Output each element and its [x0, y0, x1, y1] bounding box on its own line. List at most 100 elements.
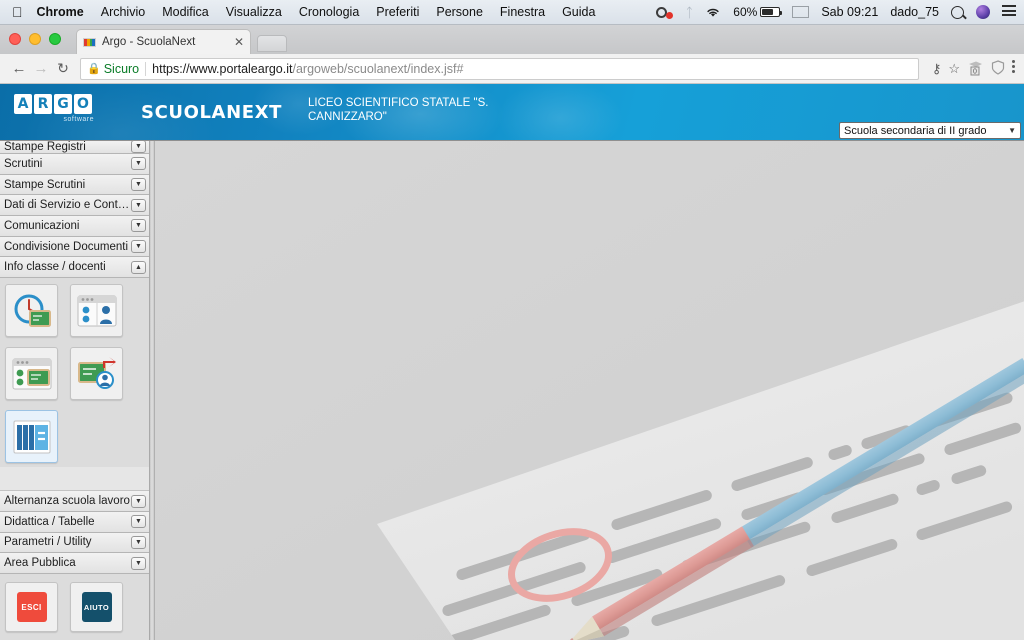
sidebar-item-stampe-scrutini[interactable]: Stampe Scrutini ▼	[0, 174, 149, 196]
bluetooth-icon[interactable]: ᛏ	[685, 5, 693, 20]
orario-classe-icon[interactable]	[5, 284, 58, 338]
sidebar-tile-grid	[0, 278, 149, 468]
sidebar-item-parametri-utility[interactable]: Parametri / Utility ▼	[0, 532, 149, 554]
sidebar-item-label: Alternanza scuola lavoro	[4, 495, 130, 508]
omnibox-divider	[145, 61, 147, 76]
chevron-down-icon[interactable]: ▼	[131, 556, 146, 570]
reload-icon[interactable]: ↻	[52, 60, 74, 77]
sidebar-item-label: Dati di Servizio e Contabili	[4, 199, 131, 212]
extension-icon[interactable]: 0	[967, 60, 984, 77]
battery-icon	[760, 7, 783, 17]
sidebar-item-label: Didattica / Tabelle	[4, 515, 95, 528]
chevron-down-icon[interactable]: ▼	[131, 141, 146, 153]
menu-archivio[interactable]: Archivio	[101, 5, 145, 19]
menu-guida[interactable]: Guida	[562, 5, 595, 19]
close-window-button[interactable]	[9, 33, 21, 45]
sidebar-menu: Stampe Registri ▼ Scrutini ▼ Stampe Scru…	[0, 141, 150, 640]
help-label: AIUTO	[81, 592, 112, 622]
chevron-down-icon[interactable]: ▼	[131, 219, 146, 233]
prospetto-voti-icon[interactable]	[5, 347, 58, 401]
programma-scolastico-icon[interactable]	[5, 410, 58, 464]
minimize-window-button[interactable]	[29, 33, 41, 45]
school-level-value: Scuola secondaria di II grado	[844, 124, 987, 137]
chevron-down-icon[interactable]: ▼	[131, 198, 146, 212]
sidebar-item-label: Info classe / docenti	[4, 261, 106, 274]
logout-button[interactable]: ESCI	[5, 582, 58, 632]
sidebar-item-scrutini[interactable]: Scrutini ▼	[0, 154, 149, 175]
back-arrow-icon[interactable]: ←	[8, 60, 30, 77]
forward-arrow-icon[interactable]: →	[30, 60, 52, 77]
sidebar-spacer	[0, 467, 149, 492]
sidebar-item-stampe-registri[interactable]: Stampe Registri ▼	[0, 141, 149, 154]
battery-status[interactable]: 60%	[733, 5, 783, 19]
menu-chrome[interactable]: Chrome	[37, 5, 84, 19]
docenti-per-classe-icon[interactable]	[70, 347, 123, 401]
product-name: SCUOLANEXT	[141, 102, 283, 123]
address-bar[interactable]: 🔒 Sicuro https://www.portaleargo.it /arg…	[80, 57, 919, 80]
password-key-icon[interactable]: ⚷	[932, 61, 942, 77]
chevron-down-icon: ▼	[1008, 126, 1016, 135]
argo-header-banner: A R G O software SCUOLANEXT LICEO SCIENT…	[0, 84, 1024, 141]
school-level-select[interactable]: Scuola secondaria di II grado ▼	[839, 122, 1021, 139]
argo-logo[interactable]: A R G O software	[14, 94, 94, 123]
apple-logo-icon[interactable]: 	[12, 5, 23, 19]
argo-logo-letter-r: R	[34, 94, 52, 114]
close-icon[interactable]: ✕	[234, 35, 244, 49]
sidebar-item-alternanza-scuola-lavoro[interactable]: Alternanza scuola lavoro ▼	[0, 491, 149, 512]
omnibox-actions: ⚷ ☆ 0	[925, 59, 1016, 78]
menu-visualizza[interactable]: Visualizza	[226, 5, 282, 19]
sidebar-item-info-classe-docenti[interactable]: Info classe / docenti ▲	[0, 257, 149, 279]
school-name: LICEO SCIENTIFICO STATALE "S. CANNIZZARO…	[308, 97, 489, 123]
sidebar-item-label: Area Pubblica	[4, 557, 76, 570]
screen-recording-icon[interactable]	[656, 6, 674, 19]
pencil-and-graded-paper-illustration	[155, 141, 1024, 640]
chevron-up-icon[interactable]: ▲	[131, 260, 146, 274]
sidebar-item-didattica-tabelle[interactable]: Didattica / Tabelle ▼	[0, 511, 149, 533]
argo-logo-letter-o: O	[74, 94, 92, 114]
chrome-menu-icon[interactable]	[1012, 59, 1016, 78]
chevron-down-icon[interactable]: ▼	[131, 515, 146, 529]
sidebar-item-area-pubblica[interactable]: Area Pubblica ▼	[0, 553, 149, 574]
star-bookmark-icon[interactable]: ☆	[948, 61, 960, 77]
notification-center-icon[interactable]	[1002, 5, 1016, 18]
menu-preferiti[interactable]: Preferiti	[376, 5, 419, 19]
user-name[interactable]: dado_75	[890, 5, 939, 19]
sidebar-item-label: Stampe Registri	[4, 141, 86, 153]
chevron-down-icon[interactable]: ▼	[131, 535, 146, 549]
argo-logo-letter-g: G	[54, 94, 72, 114]
chevron-down-icon[interactable]: ▼	[131, 157, 146, 171]
argo-logo-letter-a: A	[14, 94, 32, 114]
security-label: Sicuro	[103, 61, 140, 76]
sidebar-item-label: Condivisione Documenti	[4, 240, 129, 253]
chrome-window: Argo - ScuolaNext ✕ ← → ↻ 🔒 Sicuro https…	[0, 25, 1024, 640]
menu-finestra[interactable]: Finestra	[500, 5, 545, 19]
help-button[interactable]: AIUTO	[70, 582, 123, 632]
menu-persone[interactable]: Persone	[436, 5, 483, 19]
chevron-down-icon[interactable]: ▼	[131, 240, 146, 254]
shield-icon[interactable]	[991, 59, 1005, 78]
siri-icon[interactable]	[976, 5, 990, 19]
url-path: /argoweb/scuolanext/index.jsf#	[292, 61, 464, 76]
argo-scuolanext-app: A R G O software SCUOLANEXT LICEO SCIENT…	[0, 84, 1024, 640]
menu-cronologia[interactable]: Cronologia	[299, 5, 359, 19]
window-controls[interactable]	[9, 33, 69, 45]
browser-tab-argo[interactable]: Argo - ScuolaNext ✕	[76, 29, 251, 54]
maximize-window-button[interactable]	[49, 33, 61, 45]
sidebar-item-condivisione-documenti[interactable]: Condivisione Documenti ▼	[0, 236, 149, 258]
logout-label: ESCI	[16, 592, 47, 622]
clock[interactable]: Sab 09:21	[821, 5, 878, 19]
italian-flag-icon[interactable]	[792, 6, 810, 18]
chevron-down-icon[interactable]: ▼	[131, 178, 146, 192]
main-content-area	[155, 141, 1024, 640]
menu-modifica[interactable]: Modifica	[162, 5, 209, 19]
sidebar-item-dati-servizio-contabili[interactable]: Dati di Servizio e Contabili ▼	[0, 195, 149, 217]
chevron-down-icon[interactable]: ▼	[131, 494, 146, 508]
wifi-icon[interactable]	[705, 6, 721, 18]
macos-menu-bar:  Chrome Archivio Modifica Visualizza Cr…	[0, 0, 1024, 25]
battery-percent-label: 60%	[733, 5, 758, 19]
argo-favicon-icon	[83, 37, 96, 47]
docenti-classe-icon[interactable]	[70, 284, 123, 338]
sidebar-item-comunicazioni[interactable]: Comunicazioni ▼	[0, 216, 149, 237]
new-tab-button[interactable]	[257, 35, 287, 52]
search-icon[interactable]	[951, 5, 964, 19]
